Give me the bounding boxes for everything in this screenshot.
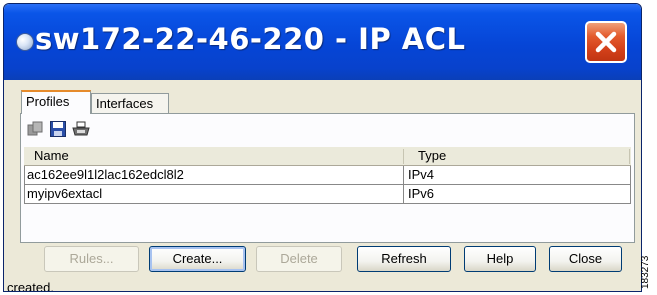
save-icon[interactable] [48, 119, 68, 139]
table-header: Name Type [24, 147, 631, 166]
close-icon [595, 31, 617, 53]
window-icon [16, 33, 34, 51]
column-divider[interactable] [403, 149, 404, 164]
row-name-cell: myipv6extacl [27, 186, 103, 201]
row-type-cell: IPv6 [408, 186, 435, 201]
cell-divider [403, 185, 404, 203]
acl-table: Name Type ac162ee9l1l2lac162edcl8l2 IPv4… [24, 147, 631, 204]
window-close-button[interactable] [585, 21, 627, 63]
window-content: Profiles Interfaces Name Type ac162ee9l1… [4, 80, 641, 291]
help-button[interactable]: Help [464, 246, 536, 272]
figure-id-label: 183273 [640, 255, 651, 289]
create-button[interactable]: Create... [149, 246, 246, 272]
close-button[interactable]: Close [549, 246, 622, 272]
acl-window: sw172-22-46-220 - IP ACL Profiles Interf… [3, 3, 642, 292]
title-bar[interactable]: sw172-22-46-220 - IP ACL [4, 4, 641, 80]
cell-divider [403, 166, 404, 184]
table-row[interactable]: ac162ee9l1l2lac162edcl8l2 IPv4 [24, 166, 631, 185]
table-row[interactable]: myipv6extacl IPv6 [24, 185, 631, 204]
refresh-button[interactable]: Refresh [357, 246, 451, 272]
copy-icon[interactable] [25, 119, 45, 139]
tab-interfaces[interactable]: Interfaces [91, 93, 169, 113]
tab-profiles[interactable]: Profiles [21, 90, 91, 114]
toolbar [25, 119, 91, 139]
tab-interfaces-label: Interfaces [96, 96, 154, 111]
delete-button[interactable]: Delete [256, 246, 342, 272]
status-text: created. [7, 280, 54, 292]
row-name-cell: ac162ee9l1l2lac162edcl8l2 [27, 167, 184, 182]
column-divider[interactable] [629, 149, 630, 164]
print-icon[interactable] [71, 119, 91, 139]
column-header-type[interactable]: Type [418, 148, 446, 163]
window-title: sw172-22-46-220 - IP ACL [35, 22, 466, 56]
column-header-name[interactable]: Name [34, 148, 69, 163]
row-type-cell: IPv4 [408, 167, 435, 182]
tab-profiles-label: Profiles [26, 94, 70, 109]
profiles-panel: Name Type ac162ee9l1l2lac162edcl8l2 IPv4… [20, 113, 635, 243]
rules-button[interactable]: Rules... [44, 246, 139, 272]
